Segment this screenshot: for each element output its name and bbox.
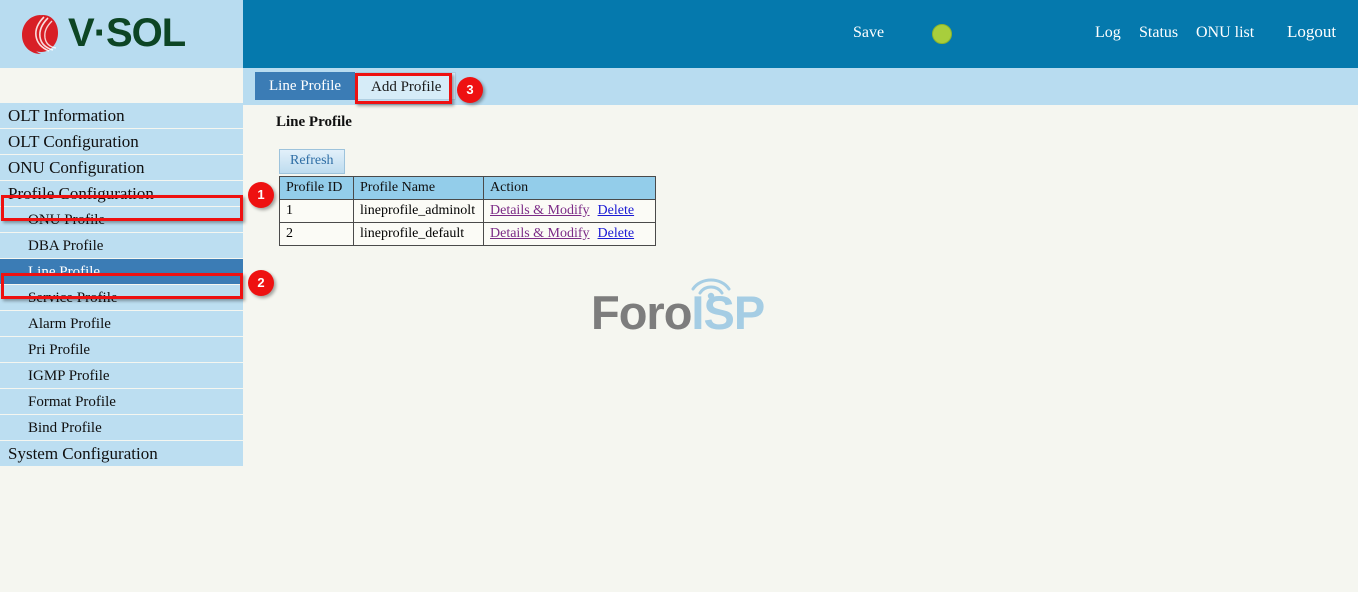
sidebar-item-label: Format Profile <box>28 394 116 410</box>
watermark-text-secondary: ISP <box>691 286 764 339</box>
sidebar-item-label: OLT Configuration <box>8 132 139 151</box>
sidebar-item-pri-profile[interactable]: Pri Profile <box>0 337 243 363</box>
sidebar-item-line-profile[interactable]: Line Profile <box>0 259 243 285</box>
sidebar-item-label: ONU Profile <box>28 212 105 228</box>
cell-profile-name: lineprofile_adminolt <box>354 200 484 223</box>
sidebar-item-label: Line Profile <box>28 264 100 280</box>
sidebar-item-alarm-profile[interactable]: Alarm Profile <box>0 311 243 337</box>
table-row: 1lineprofile_adminolt Details & Modify Del… <box>280 200 656 223</box>
table-header-row: Profile ID Profile Name Action <box>280 177 656 200</box>
cell-profile-id: 2 <box>280 223 354 246</box>
sidebar-item-label: DBA Profile <box>28 238 103 254</box>
main-content: Line Profile Refresh Profile ID Profile … <box>243 105 1358 592</box>
tab-bar: Line Profile Add Profile <box>243 68 1358 105</box>
sidebar-item-system-configuration[interactable]: System Configuration <box>0 441 243 467</box>
column-header-profile-name: Profile Name <box>354 177 484 200</box>
cell-action: Details & Modify Delete <box>484 200 656 223</box>
sidebar-item-label: Bind Profile <box>28 420 102 436</box>
column-header-profile-id: Profile ID <box>280 177 354 200</box>
sidebar-item-profile-configuration[interactable]: Profile Configuration <box>0 181 243 207</box>
sidebar-item-dba-profile[interactable]: DBA Profile <box>0 233 243 259</box>
sidebar-item-format-profile[interactable]: Format Profile <box>0 389 243 415</box>
cell-action: Details & Modify Delete <box>484 223 656 246</box>
table-row: 2lineprofile_default Details & Modify Dele… <box>280 223 656 246</box>
cell-profile-name: lineprofile_default <box>354 223 484 246</box>
sidebar-item-label: Service Profile <box>28 290 118 306</box>
status-link[interactable]: Status <box>1139 24 1178 42</box>
sidebar-item-olt-configuration[interactable]: OLT Configuration <box>0 129 243 155</box>
cell-profile-id: 1 <box>280 200 354 223</box>
vsol-droplet-logo-icon <box>18 12 62 56</box>
sidebar-item-olt-information[interactable]: OLT Information <box>0 103 243 129</box>
delete-link[interactable]: Delete <box>598 226 635 241</box>
details-modify-link[interactable]: Details & Modify <box>490 226 590 241</box>
sidebar-item-service-profile[interactable]: Service Profile <box>0 285 243 311</box>
onu-list-link[interactable]: ONU list <box>1196 24 1254 42</box>
sidebar-navigation: OLT Information OLT Configuration ONU Conf… <box>0 103 243 467</box>
sidebar-item-label: Pri Profile <box>28 342 90 358</box>
header-actions-bar: Save Log Status ONU list Logout <box>243 0 1358 68</box>
sidebar-item-label: ONU Configuration <box>8 158 144 177</box>
top-header-bar: V·SOL Save Log Status ONU list Logout <box>0 0 1358 68</box>
column-header-action: Action <box>484 177 656 200</box>
sidebar-item-onu-profile[interactable]: ONU Profile <box>0 207 243 233</box>
sidebar-item-igmp-profile[interactable]: IGMP Profile <box>0 363 243 389</box>
status-dot-green-icon <box>932 24 952 44</box>
sidebar-item-label: System Configuration <box>8 444 158 463</box>
tab-line-profile[interactable]: Line Profile <box>255 72 355 100</box>
save-button[interactable]: Save <box>853 24 884 42</box>
log-link[interactable]: Log <box>1095 24 1121 42</box>
brand-name: V·SOL <box>68 13 185 53</box>
watermark-text: ForoISP <box>591 289 764 336</box>
foroisp-watermark: ForoISP <box>591 267 791 337</box>
application-window: V·SOL Save Log Status ONU list Logout Li… <box>0 0 1358 592</box>
sidebar-item-label: Profile Configuration <box>8 184 154 203</box>
sidebar-item-label: IGMP Profile <box>28 368 110 384</box>
sidebar-item-label: OLT Information <box>8 106 125 125</box>
tab-add-profile[interactable]: Add Profile <box>356 72 456 100</box>
watermark-text-primary: Foro <box>591 286 691 339</box>
details-modify-link[interactable]: Details & Modify <box>490 203 590 218</box>
logout-link[interactable]: Logout <box>1287 22 1336 42</box>
sidebar-item-bind-profile[interactable]: Bind Profile <box>0 415 243 441</box>
delete-link[interactable]: Delete <box>598 203 635 218</box>
page-title: Line Profile <box>276 114 352 131</box>
sidebar-item-onu-configuration[interactable]: ONU Configuration <box>0 155 243 181</box>
brand-logo: V·SOL <box>0 0 243 68</box>
line-profile-table: Profile ID Profile Name Action 1lineprof… <box>279 176 656 246</box>
refresh-button[interactable]: Refresh <box>279 149 345 174</box>
sidebar-item-label: Alarm Profile <box>28 316 111 332</box>
